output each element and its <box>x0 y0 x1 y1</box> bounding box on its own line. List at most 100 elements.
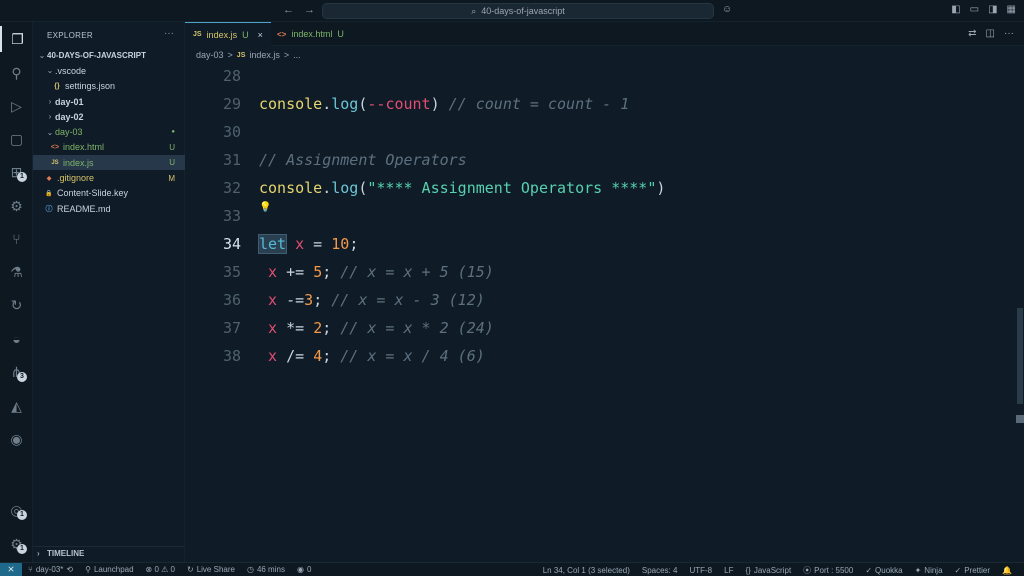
toggle-secondary-sidebar-icon[interactable]: ◨ <box>988 4 997 15</box>
testing-icon[interactable]: ⚙ <box>0 193 33 219</box>
github-icon[interactable]: ◉ <box>0 426 33 452</box>
launchpad-item[interactable]: ⚲ Launchpad <box>79 565 139 574</box>
braces-icon: {} <box>745 565 751 575</box>
tree-item-readme[interactable]: ⓘ README.md <box>33 201 185 216</box>
js-file-icon: JS <box>236 51 246 59</box>
tab-index-js[interactable]: JS index.js U × <box>185 22 271 46</box>
customize-layout-icon[interactable]: ▦ <box>1007 4 1016 15</box>
tab-index-html[interactable]: <> index.html U <box>269 22 352 46</box>
time-tracker[interactable]: ◷ 46 mins <box>241 565 291 574</box>
explorer-icon[interactable]: ❐ <box>0 26 33 52</box>
explorer-sidebar: EXPLORER ··· ⌄ 40-DAYS-OF-JAVASCRIPT ⌄ .… <box>33 22 185 562</box>
tree-item-vscode[interactable]: ⌄ .vscode <box>33 63 185 78</box>
tree-item-day-03[interactable]: ⌄ day-03 ● <box>33 124 185 139</box>
chevron-right-icon: › <box>37 549 40 558</box>
breadcrumb-more[interactable]: ... <box>293 50 301 60</box>
scrollbar-thumb[interactable] <box>1017 308 1023 404</box>
live-server-port[interactable]: ⦿ Port : 5500 <box>797 565 859 576</box>
tree-item-settings-json[interactable]: {} settings.json <box>33 79 185 94</box>
broadcast-icon: ◉ <box>296 565 304 574</box>
lightbulb-icon[interactable]: 💡 <box>259 202 271 213</box>
tree-item-label: settings.json <box>65 81 116 92</box>
breadcrumb-folder[interactable]: day-03 <box>196 50 224 60</box>
flask-icon[interactable]: ⚗ <box>0 259 33 285</box>
ninja-label: Ninja <box>924 565 943 575</box>
code-line: 33 💡 <box>185 202 1016 230</box>
prettier-item[interactable]: ✓ Prettier <box>949 566 997 575</box>
layout-controls: ◧ ▭ ◨ ▦ <box>951 4 1016 15</box>
command-center-search[interactable]: ⌕ 40-days-of-javascript <box>322 3 714 19</box>
tab-label: index.html <box>291 29 333 39</box>
overview-ruler-mark <box>1016 415 1024 423</box>
cursor-position[interactable]: Ln 34, Col 1 (3 selected) <box>537 566 636 575</box>
info-icon: ⓘ <box>45 205 53 213</box>
quokka-item[interactable]: ✓ Quokka <box>859 566 908 575</box>
line-number: 36 <box>222 291 241 309</box>
code-text: x -=3; // x = x - 3 (12) <box>268 291 485 309</box>
source-control-icon[interactable]: ⋔ 3 <box>0 359 33 385</box>
tree-item-content-slide[interactable]: 🔒 Content-Slide.key <box>33 186 185 201</box>
radio-icon: ⦿ <box>803 565 812 575</box>
live-share-item[interactable]: ↻ Live Share <box>181 565 241 574</box>
line-number: 30 <box>222 123 241 141</box>
extensions-icon[interactable]: ⊞ 1 <box>0 159 33 185</box>
ports-indicator[interactable]: ◉ 0 <box>291 565 317 574</box>
run-debug-icon[interactable]: ▷ <box>0 93 33 119</box>
nav-arrows: ← → <box>283 4 315 16</box>
line-number: 32 <box>222 179 241 197</box>
encoding[interactable]: UTF-8 <box>683 566 718 575</box>
time-label: 46 mins <box>256 565 285 574</box>
split-editor-icon[interactable]: ◫ <box>986 28 995 39</box>
git-file-icon: ◆ <box>46 175 52 182</box>
code-editor[interactable]: 28 29 console.log(--count) // count = co… <box>185 62 1016 562</box>
tree-item-day-01[interactable]: › day-01 <box>33 94 185 109</box>
toggle-panel-icon[interactable]: ▭ <box>970 4 979 15</box>
breadcrumb-file[interactable]: index.js <box>249 50 280 60</box>
breadcrumb-separator: > <box>227 50 233 60</box>
close-icon[interactable]: × <box>258 30 263 40</box>
tree-item-day-02[interactable]: › day-02 <box>33 109 185 124</box>
toggle-sidebar-icon[interactable]: ◧ <box>951 4 960 15</box>
git-graph-icon[interactable]: ⑂ <box>0 226 33 252</box>
remote-indicator-icon[interactable]: ⨯ <box>0 562 22 576</box>
language-mode[interactable]: {} JavaScript <box>739 566 797 575</box>
azure-icon[interactable]: ◭ <box>0 393 33 419</box>
live-share-icon[interactable]: ↻ <box>0 292 33 318</box>
live-share-label: Live Share <box>196 565 235 574</box>
tab-status: U <box>337 29 344 39</box>
compare-icon[interactable]: ⇄ <box>968 28 976 39</box>
check-icon: ✓ <box>954 565 962 575</box>
problems-indicator[interactable]: ⊗ 0 ⚠ 0 <box>140 565 181 574</box>
accounts-icon[interactable]: ◎ 1 <box>0 497 33 523</box>
timeline-section[interactable]: › TIMELINE <box>33 546 185 560</box>
root-folder[interactable]: ⌄ 40-DAYS-OF-JAVASCRIPT <box>33 48 185 63</box>
tab-actions: ⇄ ◫ ··· <box>968 28 1014 39</box>
more-actions-icon[interactable]: ··· <box>164 28 174 39</box>
indentation[interactable]: Spaces: 4 <box>636 566 684 575</box>
notifications-bell-icon[interactable]: 🔔 <box>996 566 1018 575</box>
settings-gear-icon[interactable]: ⚙ 1 <box>0 531 33 557</box>
language-label: JavaScript <box>753 565 792 575</box>
end-of-line[interactable]: LF <box>718 566 739 575</box>
branch-indicator[interactable]: ⑂ day-03* ⟲ <box>22 565 79 574</box>
docker-icon[interactable]: ◒ <box>0 326 33 352</box>
copilot-icon[interactable]: ☺ <box>722 4 732 15</box>
tree-item-index-html[interactable]: <> index.html U <box>33 140 185 155</box>
more-actions-icon[interactable]: ··· <box>1004 28 1014 39</box>
file-tree: ⌄ 40-DAYS-OF-JAVASCRIPT ⌄ .vscode {} set… <box>33 48 185 216</box>
tab-label: index.js <box>206 29 238 40</box>
tree-item-index-js[interactable]: JS index.js U <box>33 155 185 171</box>
forward-arrow-icon[interactable]: → <box>304 4 315 16</box>
code-text: console.log(--count) // count = count - … <box>259 95 630 113</box>
code-line: 37 x *= 2; // x = x * 2 (24) <box>185 314 1016 342</box>
code-line-current: 34 let x = 10; <box>185 230 1016 258</box>
remote-explorer-icon[interactable]: ▢ <box>0 126 33 152</box>
ninja-item[interactable]: ✦ Ninja <box>909 566 949 575</box>
status-bar: ⨯ ⑂ day-03* ⟲ ⚲ Launchpad ⊗ 0 ⚠ 0 ↻ Live Sha… <box>0 562 1024 576</box>
untracked-badge: U <box>169 142 175 152</box>
editor-scrollbar[interactable] <box>1016 62 1024 562</box>
tree-item-gitignore[interactable]: ◆ .gitignore M <box>33 170 185 185</box>
back-arrow-icon[interactable]: ← <box>283 4 294 16</box>
search-icon[interactable]: ⚲ <box>0 60 33 86</box>
selected-text: let <box>257 234 288 254</box>
